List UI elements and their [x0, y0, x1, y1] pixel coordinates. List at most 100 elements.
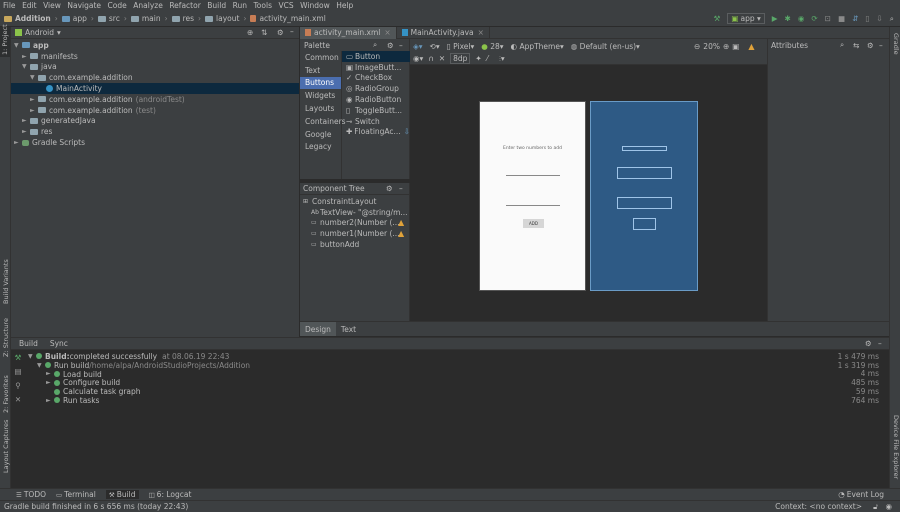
palette-hide-icon[interactable]: –: [399, 41, 403, 50]
attach-debugger-icon[interactable]: ⊡: [825, 14, 831, 23]
build-variants-tab[interactable]: Build Variants: [2, 259, 10, 304]
toggle-view-icon[interactable]: ▤: [14, 367, 21, 376]
api-select[interactable]: ● 28▾: [481, 42, 503, 51]
palette-item[interactable]: ◎ RadioGroup: [342, 83, 410, 94]
component-tree-item[interactable]: ▭ number2(Number (... ▲: [300, 218, 409, 229]
bottom-tab[interactable]: ⚒ Build: [105, 490, 139, 499]
fit-screen-icon[interactable]: ▣: [732, 42, 739, 51]
search-everywhere-icon[interactable]: ⌕: [890, 14, 894, 24]
project-tree-item[interactable]: ▼ java: [11, 62, 299, 73]
chevron-right-icon[interactable]: ►: [22, 117, 30, 124]
palette-category[interactable]: Widgets: [300, 89, 341, 102]
build-hammer-icon[interactable]: ⚒: [15, 353, 22, 362]
tab-text[interactable]: Text: [336, 322, 361, 336]
editor-tab[interactable]: activity_main.xml ×: [300, 26, 397, 39]
attributes-search-icon[interactable]: ⌕: [840, 40, 844, 50]
sync-icon[interactable]: ⇵: [852, 14, 858, 23]
component-tree-settings-icon[interactable]: ⚙: [386, 184, 393, 193]
breadcrumb-item[interactable]: main: [130, 14, 161, 23]
project-tree-item[interactable]: ► manifests: [11, 51, 299, 62]
chevron-right-icon[interactable]: ►: [46, 379, 54, 386]
hammer-icon[interactable]: ⚒: [714, 14, 721, 23]
bottom-tab[interactable]: ▭ Terminal: [56, 490, 96, 499]
palette-item[interactable]: ▯ ToggleButt...: [342, 105, 410, 116]
menu-analyze[interactable]: Analyze: [133, 1, 163, 10]
component-tree-hide-icon[interactable]: –: [399, 184, 403, 193]
zoom-out-icon[interactable]: ⊖: [694, 42, 700, 51]
clear-constraints-icon[interactable]: ✕: [439, 54, 445, 63]
bottom-tab[interactable]: ☰ TODO: [16, 490, 46, 499]
project-tree-item[interactable]: ► generatedJava: [11, 116, 299, 127]
component-tree-item[interactable]: ⊞ ConstraintLayout: [300, 196, 409, 207]
blueprint-preview[interactable]: [590, 101, 698, 291]
apply-changes-icon[interactable]: ⟳: [811, 14, 817, 23]
collapse-icon[interactable]: ⇅: [261, 28, 267, 37]
search-icon[interactable]: ⌕: [373, 40, 377, 50]
chevron-down-icon[interactable]: ▼: [22, 63, 30, 70]
build-row[interactable]: ► Run tasks 764 ms: [25, 396, 889, 405]
chevron-right-icon[interactable]: ►: [22, 53, 30, 60]
palette-category[interactable]: Containers: [300, 115, 346, 128]
sdk-manager-icon[interactable]: ⇩: [877, 14, 883, 23]
project-tree-item[interactable]: ► com.example.addition (androidTest): [11, 94, 299, 105]
build-row[interactable]: ► Load build 4 ms: [25, 369, 889, 378]
palette-item[interactable]: ◉ RadioButton: [342, 94, 410, 105]
hide-icon[interactable]: –: [290, 27, 294, 36]
project-tree-item[interactable]: ▼ com.example.addition: [11, 72, 299, 83]
palette-category[interactable]: Google: [300, 128, 341, 141]
magnet-icon[interactable]: ∩: [428, 54, 434, 63]
build-row[interactable]: Calculate task graph 59 ms: [25, 387, 889, 396]
menu-run[interactable]: Run: [233, 1, 247, 10]
palette-category[interactable]: Buttons: [300, 76, 341, 90]
chevron-right-icon[interactable]: ►: [14, 139, 22, 146]
build-row[interactable]: ► Configure build 485 ms: [25, 378, 889, 387]
chevron-right-icon[interactable]: ►: [30, 96, 38, 103]
breadcrumb-item[interactable]: layout: [205, 14, 239, 23]
close-tab-icon[interactable]: ×: [384, 28, 390, 37]
breadcrumb-item[interactable]: res: [171, 14, 194, 23]
close-tab-icon[interactable]: ×: [478, 28, 484, 37]
menu-view[interactable]: View: [43, 1, 61, 10]
build-tab-build[interactable]: Build: [19, 339, 38, 348]
palette-category[interactable]: Common: [300, 51, 341, 64]
menu-build[interactable]: Build: [207, 1, 226, 10]
eye-icon[interactable]: ◉▾: [413, 54, 423, 63]
close-build-icon[interactable]: ✕: [15, 395, 21, 404]
menu-refactor[interactable]: Refactor: [169, 1, 200, 10]
settings-icon[interactable]: ⚙: [277, 28, 284, 37]
chevron-down-icon[interactable]: ▼: [28, 353, 36, 360]
palette-settings-icon[interactable]: ⚙: [387, 41, 394, 50]
attributes-hide-icon[interactable]: –: [879, 41, 883, 50]
event-icon[interactable]: ◉: [885, 502, 892, 511]
gradle-tab[interactable]: Gradle: [892, 33, 900, 55]
warning-icon[interactable]: ▲: [398, 218, 404, 227]
infer-constraints-icon[interactable]: ✦: [475, 54, 481, 63]
palette-item[interactable]: ▭ Button: [342, 51, 410, 62]
device-file-explorer-tab[interactable]: Device File Explorer: [892, 415, 900, 479]
project-tree-item[interactable]: ► com.example.addition (test): [11, 105, 299, 116]
design-preview[interactable]: Enter two numbers to add ADD: [479, 101, 586, 291]
palette-category[interactable]: Legacy: [300, 141, 341, 154]
locate-icon[interactable]: ⊕: [247, 28, 253, 37]
project-tree-item[interactable]: MainActivity: [11, 83, 299, 94]
profile-icon[interactable]: ◉: [798, 14, 805, 23]
warning-icon[interactable]: ▲: [748, 42, 754, 51]
build-row[interactable]: ▼ Run build /home/alpa/AndroidStudioProje…: [25, 361, 889, 370]
avd-manager-icon[interactable]: ▯: [865, 14, 869, 23]
breadcrumb-item[interactable]: app: [61, 14, 87, 23]
editor-tab[interactable]: MainActivity.java ×: [397, 26, 490, 39]
layers-icon[interactable]: ◈▾: [413, 42, 423, 51]
menu-tools[interactable]: Tools: [254, 1, 272, 10]
pin-icon[interactable]: ⚲: [15, 381, 21, 390]
component-tree-item[interactable]: Ab TextView- "@string/m...: [300, 207, 409, 218]
palette-item[interactable]: ⊸ Switch: [342, 116, 410, 127]
chevron-right-icon[interactable]: ►: [46, 397, 54, 404]
component-tree-item[interactable]: ▭ buttonAdd: [300, 239, 409, 250]
palette-category[interactable]: Text: [300, 64, 341, 77]
layout-captures-tab[interactable]: Layout Captures: [2, 420, 10, 473]
build-row[interactable]: ▼ Build: completed successfully at 08.06.1…: [25, 352, 889, 361]
project-tool-tab[interactable]: 1: Project: [1, 24, 9, 55]
pack-icon[interactable]: ⁄: [487, 54, 488, 63]
component-tree-item[interactable]: ▭ number1(Number (... ▲: [300, 228, 409, 239]
palette-item[interactable]: ✚ FloatingAc... ⇩: [342, 127, 410, 138]
